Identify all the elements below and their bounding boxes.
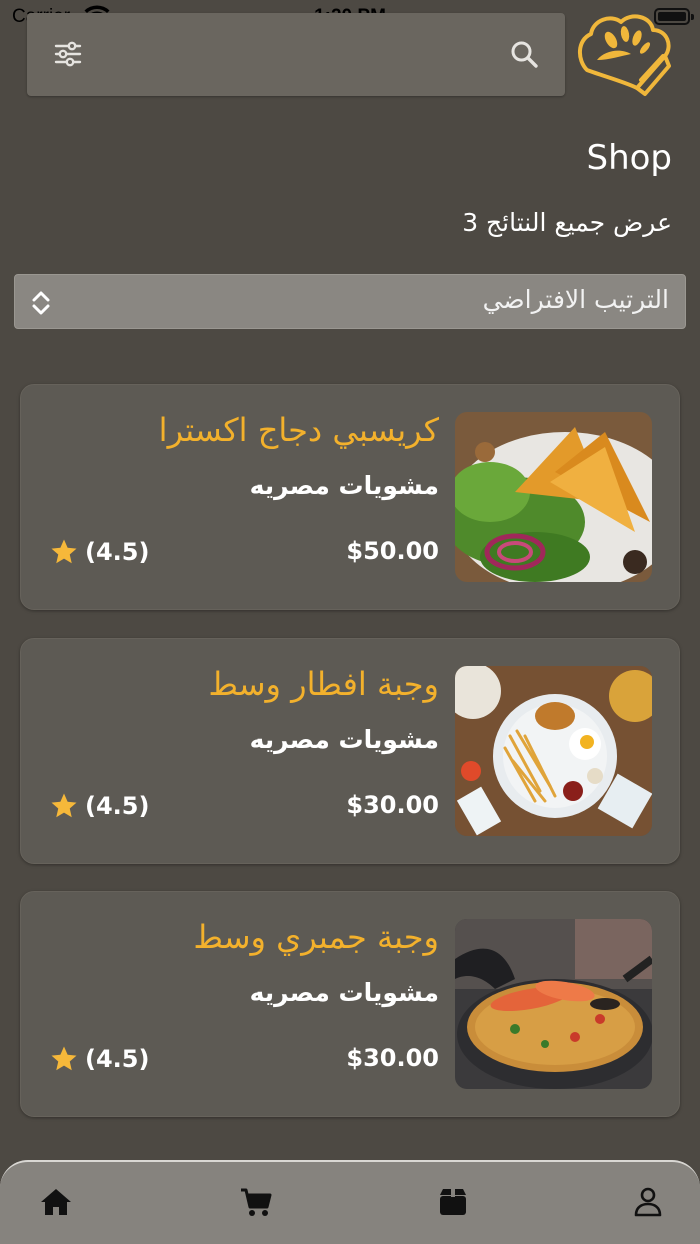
product-card[interactable]: كريسبي دجاج اكسترا مشويات مصريه $50.00 (… <box>20 384 680 610</box>
rating-value: (4.5) <box>85 792 150 820</box>
rating-value: (4.5) <box>85 538 150 566</box>
product-category: مشويات مصريه <box>249 978 439 1007</box>
product-name: وجبة جمبري وسط <box>193 918 439 956</box>
sort-selected-value: الترتيب الافتراضي <box>482 285 669 314</box>
star-icon <box>51 1046 77 1071</box>
product-price: $30.00 <box>346 791 439 819</box>
sliders-icon[interactable] <box>53 39 83 69</box>
cart-icon[interactable] <box>238 1184 274 1220</box>
page-title: Shop <box>586 138 672 178</box>
product-category: مشويات مصريه <box>249 725 439 754</box>
sort-select[interactable]: الترتيب الافتراضي <box>14 274 686 329</box>
product-name: وجبة افطار وسط <box>208 665 439 703</box>
user-icon[interactable] <box>630 1184 666 1220</box>
product-card[interactable]: وجبة افطار وسط مشويات مصريه $30.00 (4.5) <box>20 638 680 864</box>
search-icon[interactable] <box>509 39 539 69</box>
box-icon[interactable] <box>435 1184 471 1220</box>
chevron-up-down-icon <box>32 291 50 315</box>
bottom-nav <box>0 1160 700 1244</box>
star-icon <box>51 793 77 818</box>
product-rating: (4.5) <box>49 1044 149 1074</box>
product-price: $30.00 <box>346 1044 439 1072</box>
chef-hat-logo <box>578 14 671 96</box>
star-icon <box>51 539 77 564</box>
product-category: مشويات مصريه <box>249 471 439 500</box>
product-image[interactable] <box>455 666 652 836</box>
product-image[interactable] <box>455 919 652 1089</box>
search-bar[interactable] <box>27 13 565 96</box>
product-image[interactable] <box>455 412 652 582</box>
results-count: عرض جميع النتائج 3 <box>462 208 672 237</box>
product-price: $50.00 <box>346 537 439 565</box>
product-card[interactable]: وجبة جمبري وسط مشويات مصريه $30.00 (4.5) <box>20 891 680 1117</box>
product-rating: (4.5) <box>49 791 149 821</box>
product-name: كريسبي دجاج اكسترا <box>158 411 439 449</box>
rating-value: (4.5) <box>85 1045 150 1073</box>
home-icon[interactable] <box>38 1184 74 1220</box>
product-rating: (4.5) <box>49 537 149 567</box>
